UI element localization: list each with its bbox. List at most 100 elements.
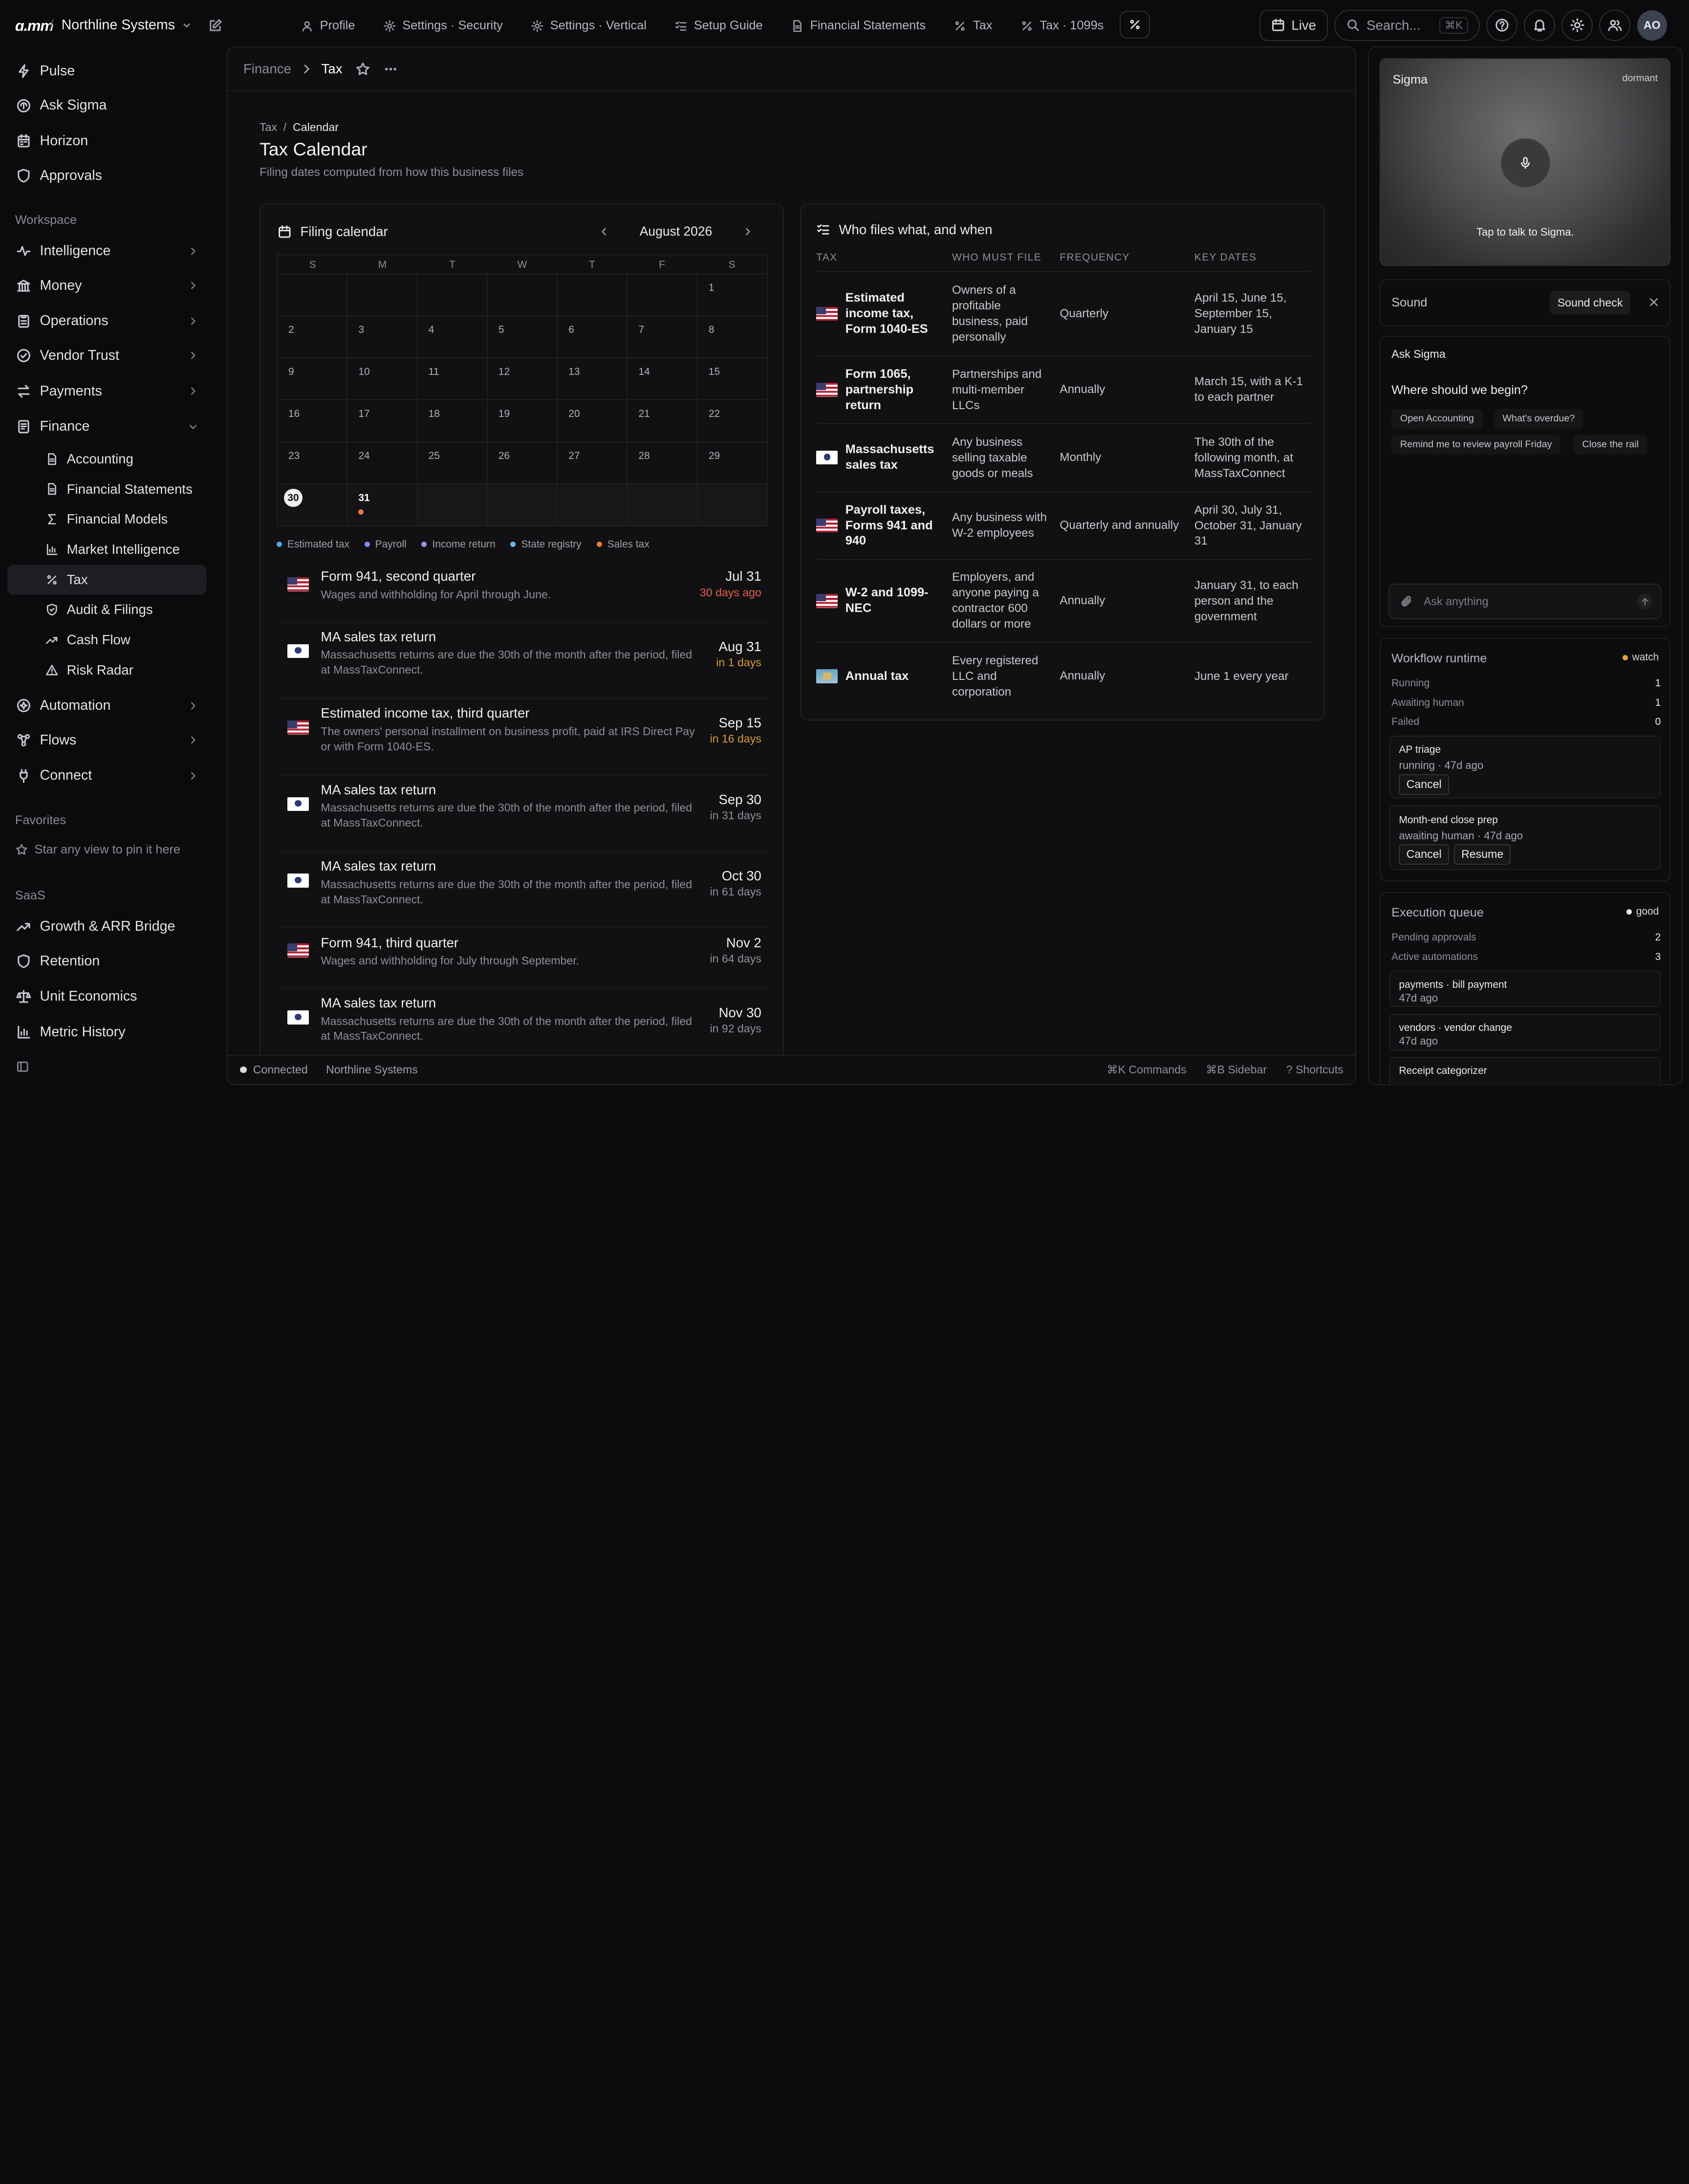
day-cell[interactable]: 31 (347, 484, 418, 527)
page-breadcrumb-parent[interactable]: Tax (260, 121, 277, 133)
sidebar-item-retention[interactable]: Retention (7, 946, 207, 976)
day-cell[interactable]: 23 (278, 442, 348, 485)
sidebar-item-risk-radar[interactable]: Risk Radar (39, 655, 207, 685)
sidebar-item-growth-arr-bridge[interactable]: Growth & ARR Bridge (7, 912, 207, 942)
day-cell[interactable]: 21 (628, 400, 698, 443)
shortcut-commands[interactable]: ⌘K Commands (1107, 1063, 1187, 1076)
paperclip-icon[interactable] (1400, 595, 1413, 608)
day-cell[interactable]: 26 (487, 442, 558, 485)
day-cell[interactable]: 1 (697, 274, 768, 317)
queue-item[interactable]: vendors · vendor change 47d ago (1389, 1013, 1661, 1050)
day-cell[interactable]: 3 (347, 316, 418, 359)
day-cell[interactable]: 7 (628, 316, 698, 359)
tab-tax-1099s[interactable]: Tax · 1099s (1006, 11, 1118, 41)
day-cell[interactable]: 24 (347, 442, 418, 485)
day-cell-today[interactable]: 30 (278, 484, 348, 527)
avatar[interactable]: AO (1637, 10, 1667, 41)
filing-event[interactable]: MA sales tax return Massachusetts returns… (277, 776, 772, 852)
sidebar-item-money[interactable]: Money (7, 270, 207, 301)
ask-input[interactable]: Ask anything (1388, 584, 1662, 619)
day-cell[interactable]: 28 (628, 442, 698, 485)
sidebar-item-unit-economics[interactable]: Unit Economics (7, 982, 207, 1012)
day-cell[interactable]: 5 (487, 316, 558, 359)
day-cell[interactable]: 11 (417, 358, 488, 401)
filing-event[interactable]: MA sales tax return Massachusetts returns… (277, 989, 772, 1066)
sidebar-item-financial-models[interactable]: Financial Models (39, 504, 207, 535)
day-cell[interactable]: 27 (558, 442, 628, 485)
sidebar-item-connect[interactable]: Connect (7, 761, 207, 791)
day-cell[interactable]: 6 (558, 316, 628, 359)
sound-check-button[interactable]: Sound check (1550, 290, 1630, 315)
more-icon[interactable] (383, 62, 398, 77)
breadcrumb-finance[interactable]: Finance (243, 61, 291, 77)
filing-event[interactable]: MA sales tax return Massachusetts returns… (277, 852, 772, 929)
day-cell[interactable]: 22 (697, 400, 768, 443)
day-cell[interactable]: 10 (347, 358, 418, 401)
suggestion-chip[interactable]: Close the rail (1573, 435, 1647, 455)
sidebar-item-cash-flow[interactable]: Cash Flow (39, 625, 207, 655)
day-cell[interactable]: 25 (417, 442, 488, 485)
filing-event[interactable]: Form 941, second quarter Wages and withho… (277, 562, 772, 623)
sidebar-item-approvals[interactable]: Approvals (7, 160, 207, 191)
suggestion-chip[interactable]: Open Accounting (1391, 409, 1483, 429)
tab-profile[interactable]: Profile (286, 11, 369, 41)
day-cell[interactable]: 4 (417, 316, 488, 359)
live-button[interactable]: Live (1259, 9, 1328, 41)
sidebar-item-tax[interactable]: Tax (7, 564, 207, 595)
cancel-button[interactable]: Cancel (1399, 774, 1449, 795)
cancel-button[interactable]: Cancel (1399, 844, 1449, 865)
sidebar-item-vendor-trust[interactable]: Vendor Trust (7, 340, 207, 371)
day-cell[interactable]: 16 (278, 400, 348, 443)
shortcut-sidebar[interactable]: ⌘B Sidebar (1206, 1063, 1267, 1076)
day-cell[interactable]: 2 (278, 316, 348, 359)
suggestion-chip[interactable]: Remind me to review payroll Friday (1391, 435, 1561, 455)
suggestion-chip[interactable]: What's overdue? (1494, 409, 1584, 429)
day-cell[interactable]: 18 (417, 400, 488, 443)
tab-active-overflow[interactable] (1120, 11, 1150, 39)
tab-tax[interactable]: Tax (940, 11, 1006, 41)
team-button[interactable] (1599, 9, 1631, 41)
day-cell[interactable]: 15 (697, 358, 768, 401)
filing-event[interactable]: Form 941, third quarter Wages and withhol… (277, 928, 772, 989)
sidebar-item-financial-statements[interactable]: Financial Statements (39, 474, 207, 504)
mic-button[interactable] (1500, 137, 1551, 189)
tab-settings-security[interactable]: Settings · Security (369, 11, 517, 41)
star-icon[interactable] (355, 62, 370, 77)
filing-event[interactable]: MA sales tax return Massachusetts returns… (277, 623, 772, 699)
day-cell[interactable]: 14 (628, 358, 698, 401)
sidebar-item-intelligence[interactable]: Intelligence (7, 236, 207, 266)
sidebar-toggle-icon[interactable] (16, 1060, 29, 1073)
org-switcher[interactable]: Northline Systems (62, 17, 193, 33)
sidebar-item-metric-history[interactable]: Metric History (7, 1017, 207, 1048)
help-button[interactable] (1486, 9, 1517, 41)
tab-setup-guide[interactable]: Setup Guide (661, 11, 777, 41)
sidebar-item-finance[interactable]: Finance (7, 412, 207, 442)
sidebar-item-ask-sigma[interactable]: Ask Sigma (7, 90, 207, 121)
send-button[interactable] (1637, 594, 1652, 609)
app-logo[interactable]: ɑ.тт (15, 17, 54, 35)
sidebar-item-accounting[interactable]: Accounting (39, 444, 207, 474)
prev-month-icon[interactable] (599, 226, 609, 237)
queue-item[interactable]: payments · bill payment 47d ago (1389, 970, 1661, 1007)
tab-financial-statements[interactable]: Financial Statements (777, 11, 939, 41)
day-cell[interactable]: 13 (558, 358, 628, 401)
compose-icon[interactable] (208, 18, 223, 33)
close-icon[interactable] (1648, 296, 1660, 308)
search-input[interactable]: Search... ⌘K (1334, 9, 1480, 41)
sidebar-item-payments[interactable]: Payments (7, 376, 207, 406)
theme-toggle[interactable] (1561, 9, 1593, 41)
sigma-voice-card[interactable]: Sigma dormant Tap to talk to Sigma. (1380, 58, 1671, 266)
filing-event[interactable]: Estimated income tax, third quarter The o… (277, 699, 772, 776)
queue-item[interactable]: Receipt categorizer (1389, 1056, 1661, 1086)
tab-settings-vertical[interactable]: Settings · Vertical (517, 11, 660, 41)
sidebar-item-horizon[interactable]: Horizon (7, 126, 207, 156)
next-month-icon[interactable] (742, 226, 753, 237)
sidebar-item-flows[interactable]: Flows (7, 725, 207, 755)
sidebar-item-operations[interactable]: Operations (7, 306, 207, 336)
sidebar-item-audit-filings[interactable]: Audit & Filings (39, 595, 207, 625)
day-cell[interactable]: 9 (278, 358, 348, 401)
day-cell[interactable]: 8 (697, 316, 768, 359)
sidebar-item-pulse[interactable]: Pulse (7, 56, 207, 87)
resume-button[interactable]: Resume (1453, 844, 1511, 865)
notifications-button[interactable] (1524, 9, 1556, 41)
